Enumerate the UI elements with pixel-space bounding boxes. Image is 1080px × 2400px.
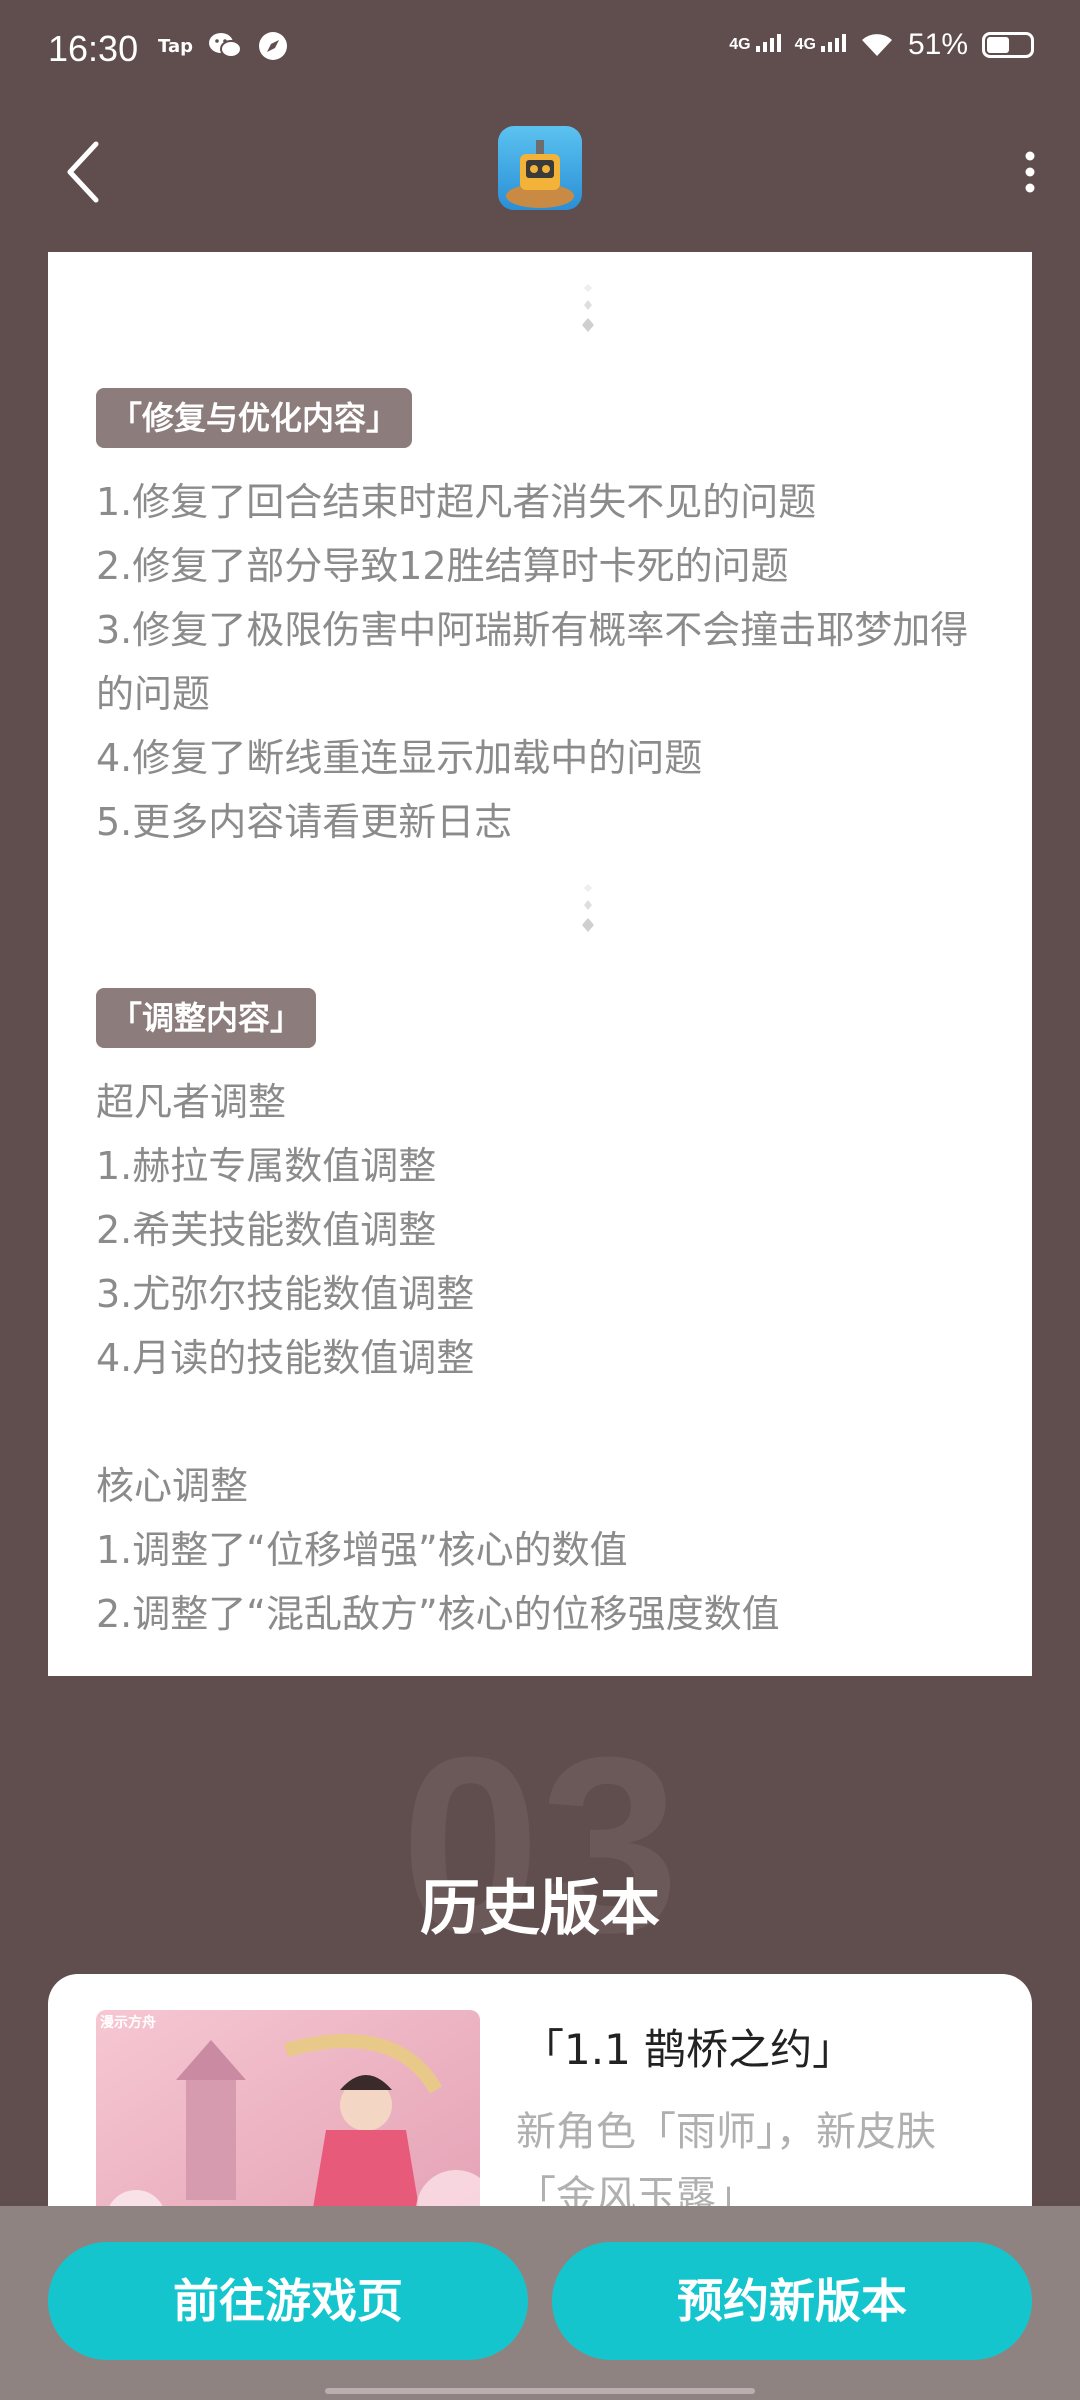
status-time: 16:30 [48, 28, 139, 69]
battery-percent: 51% [907, 28, 968, 61]
signal-icon: 4G [729, 34, 781, 54]
signal-icon: 4G [794, 34, 846, 54]
app-icon[interactable] [498, 126, 582, 210]
bottom-action-bar: 前往游戏页 预约新版本 [0, 2206, 1080, 2400]
list-item: 1.调整了“位移增强”核心的数值 [96, 1528, 628, 1572]
list-item: 2.希芙技能数值调整 [96, 1208, 437, 1252]
status-left-icons: Tap [158, 30, 289, 62]
list-item: 5.更多内容请看更新日志 [96, 800, 513, 844]
divider-dots-icon [582, 284, 594, 332]
history-title: 历史版本 [420, 1874, 660, 1944]
list-item: 1.赫拉专属数值调整 [96, 1144, 437, 1188]
list-item: 2.修复了部分导致12胜结算时卡死的问题 [96, 544, 789, 588]
status-bar: 16:30 Tap 4G 4G 51% [0, 0, 1080, 100]
signal-label: 4G [729, 36, 751, 53]
list-item: 3.尤弥尔技能数值调整 [96, 1272, 475, 1316]
fix-list: 1.修复了回合结束时超凡者消失不见的问题 2.修复了部分导致12胜结算时卡死的问… [96, 470, 996, 854]
update-content-card: 「修复与优化内容」 1.修复了回合结束时超凡者消失不见的问题 2.修复了部分导致… [48, 252, 1032, 1676]
divider-dots-icon [582, 884, 594, 932]
game-logo-icon [498, 126, 582, 210]
battery-icon [982, 32, 1034, 58]
section-tag: 「修复与优化内容」 [96, 388, 413, 448]
compass-icon [259, 32, 287, 60]
list-item: 2.调整了“混乱敌方”核心的位移强度数值 [96, 1592, 780, 1636]
history-version-name: 「1.1 鹊桥之约」 [522, 2025, 855, 2074]
list-item: 核心调整 [96, 1464, 249, 1508]
list-item: 4.月读的技能数值调整 [96, 1336, 475, 1380]
app-header [0, 100, 1080, 250]
list-item: 1.修复了回合结束时超凡者消失不见的问题 [96, 480, 817, 524]
adjust-list: 超凡者调整 1.赫拉专属数值调整 2.希芙技能数值调整 3.尤弥尔技能数值调整 … [96, 1070, 996, 1646]
list-item: 4.修复了断线重连显示加载中的问题 [96, 736, 703, 780]
more-vertical-icon [1025, 151, 1035, 193]
wechat-icon [209, 33, 242, 58]
home-indicator[interactable] [325, 2388, 755, 2394]
more-button[interactable] [1010, 140, 1050, 200]
reserve-new-version-button[interactable]: 预约新版本 [552, 2242, 1032, 2360]
cover-logo: 漫示方舟 [100, 2015, 156, 2031]
signal-label: 4G [794, 36, 816, 53]
status-right: 4G 4G 51% [729, 28, 1034, 62]
section-tag: 「调整内容」 [96, 988, 317, 1048]
go-to-game-page-button[interactable]: 前往游戏页 [48, 2242, 528, 2360]
list-item: 超凡者调整 [96, 1080, 287, 1124]
list-item: 3.修复了极限伤害中阿瑞斯有概率不会撞击耶梦加得的问题 [96, 608, 969, 716]
wifi-icon [861, 34, 892, 56]
back-arrow-icon [67, 141, 99, 203]
back-button[interactable] [56, 132, 116, 212]
taptap-icon: Tap [158, 35, 193, 57]
